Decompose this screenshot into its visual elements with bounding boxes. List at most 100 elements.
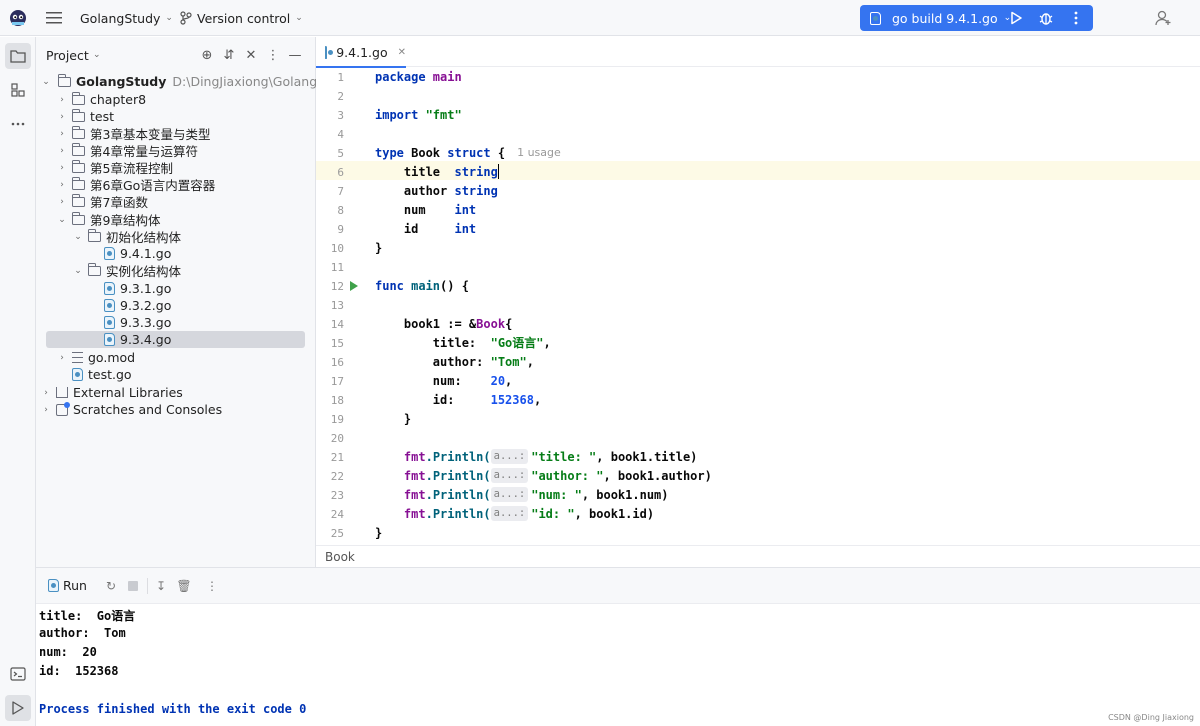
chevron-right-icon[interactable]: › [56, 95, 68, 105]
trash-icon[interactable]: 🗑 [176, 578, 192, 594]
structure-tool-button[interactable] [5, 77, 31, 103]
tree-item-init-struct[interactable]: ⌄ 初始化结构体 [72, 228, 181, 245]
tree-item-scratches[interactable]: › Scratches and Consoles [40, 401, 222, 418]
more-tools-button[interactable] [5, 111, 31, 137]
toolbar-divider [147, 578, 148, 594]
tree-item-chapter8[interactable]: › chapter8 [56, 91, 146, 108]
stop-icon[interactable] [125, 578, 141, 594]
chevron-right-icon[interactable]: › [56, 146, 68, 156]
tab-941-go[interactable]: 9.4.1.go ✕ [316, 37, 406, 68]
chevron-right-icon[interactable]: › [40, 405, 52, 415]
code-line[interactable]: package main [375, 67, 462, 86]
breadcrumb-item[interactable]: Book [325, 550, 355, 564]
code-line[interactable]: num: 20, [375, 371, 512, 390]
chevron-right-icon[interactable]: › [56, 353, 68, 363]
debug-button[interactable] [1032, 5, 1060, 31]
project-tool-button[interactable] [5, 43, 31, 69]
chevron-down-icon[interactable]: ⌄ [72, 232, 84, 242]
code-line[interactable]: } [375, 238, 382, 257]
tree-item-chapter6[interactable]: › 第6章Go语言内置容器 [56, 176, 215, 193]
code-line[interactable]: id int [375, 219, 476, 238]
locate-icon[interactable]: ⊕ [198, 46, 216, 64]
chevron-right-icon[interactable]: › [56, 129, 68, 139]
folder-icon [71, 142, 85, 156]
code-line[interactable]: } [375, 523, 382, 542]
expand-collapse-icon[interactable]: ⇵ [220, 46, 238, 64]
tree-item-chapter4[interactable]: › 第4章常量与运算符 [56, 142, 198, 159]
go-file-icon [104, 247, 115, 260]
tree-item-testgo[interactable]: test.go [72, 366, 132, 383]
chevron-right-icon[interactable]: › [56, 163, 68, 173]
scratches-icon [56, 401, 70, 416]
code-line[interactable]: fmt .Println(a...: "author: ", book1.autho… [375, 466, 712, 485]
tree-item-label: test [90, 109, 115, 124]
chevron-right-icon[interactable]: › [56, 180, 68, 190]
code-line[interactable]: import "fmt" [375, 105, 462, 124]
vcs-selector[interactable]: Version control ⌄ [180, 0, 303, 36]
add-user-button[interactable] [1154, 0, 1172, 36]
chevron-down-icon[interactable]: ⌄ [40, 77, 52, 87]
tree-item-file-934[interactable]: 9.3.4.go [46, 331, 305, 348]
line-number: 14 [330, 318, 344, 331]
close-icon[interactable]: ✕ [242, 46, 260, 64]
tree-item-chapter7[interactable]: › 第7章函数 [56, 193, 148, 210]
tree-item-file-932[interactable]: 9.3.2.go [104, 297, 171, 314]
code-line[interactable]: fmt .Println(a...: "id: ", book1.id) [375, 504, 654, 523]
run-config-selector[interactable]: go build 9.4.1.go ⌄ [870, 5, 1011, 31]
run-tool-button[interactable] [5, 695, 31, 721]
code-line[interactable]: author: "Tom", [375, 352, 534, 371]
code-line[interactable]: } [375, 409, 411, 428]
tree-item-external-libraries[interactable]: › External Libraries [40, 384, 183, 401]
more-vertical-icon[interactable]: ⋮ [264, 46, 282, 64]
chevron-right-icon[interactable]: › [40, 388, 52, 398]
console-exit-line: Process finished with the exit code 0 [39, 702, 307, 716]
minimize-icon[interactable]: — [286, 46, 304, 64]
code-line[interactable]: title string [375, 162, 500, 181]
chevron-down-icon[interactable]: ⌄ [72, 266, 84, 276]
chevron-right-icon[interactable]: › [56, 197, 68, 207]
tree-item-chapter9[interactable]: ⌄ 第9章结构体 [56, 211, 160, 228]
tree-root[interactable]: ⌄ GolangStudy D:\DingJiaxiong\GolangStud… [40, 73, 353, 90]
code-line[interactable]: title: "Go语言", [375, 333, 551, 352]
close-tab-icon[interactable]: ✕ [398, 47, 406, 58]
code-line[interactable]: fmt .Println(a...: "title: ", book1.title) [375, 447, 697, 466]
tree-item-chapter3[interactable]: › 第3章基本变量与类型 [56, 125, 210, 142]
code-line[interactable]: book1 := & Book{ [375, 314, 512, 333]
console-output-line: id: 152368 [39, 664, 119, 678]
tree-item-file-941[interactable]: 9.4.1.go [104, 245, 171, 262]
tree-item-instance-struct[interactable]: ⌄ 实例化结构体 [72, 262, 181, 279]
code-line[interactable]: num int [375, 200, 476, 219]
tree-item-file-933[interactable]: 9.3.3.go [104, 314, 171, 331]
chevron-down-icon[interactable]: ⌄ [93, 50, 101, 60]
code-line[interactable]: id: 152368, [375, 390, 541, 409]
more-actions-button[interactable] [1062, 5, 1090, 31]
more-vertical-icon[interactable]: ⋮ [204, 578, 220, 594]
param-hint: a...: [490, 506, 529, 521]
rerun-icon[interactable]: ↻ [103, 578, 119, 594]
console-output-line: title: Go语言 [39, 609, 136, 623]
param-hint: a...: [490, 449, 529, 464]
chevron-right-icon[interactable]: › [56, 112, 68, 122]
terminal-tool-button[interactable] [5, 661, 31, 687]
project-panel-title[interactable]: Project [46, 48, 89, 63]
run-gutter-icon[interactable] [350, 281, 358, 291]
run-tab-label[interactable]: Run [63, 578, 87, 593]
main-menu-icon[interactable] [46, 0, 62, 36]
run-button[interactable] [1002, 5, 1030, 31]
usage-hint[interactable]: 1 usage [517, 146, 561, 159]
tree-item-test[interactable]: › test [56, 108, 114, 125]
scroll-to-end-icon[interactable]: ↧ [153, 578, 169, 594]
code-line[interactable]: author string [375, 181, 498, 200]
line-number: 17 [330, 375, 344, 388]
code-line[interactable]: type Book struct {1 usage [375, 143, 561, 162]
run-panel: Run ↻ ↧ 🗑 ⋮ title: Go语言 author: Tom num:… [36, 567, 1200, 726]
code-line[interactable]: fmt .Println(a...: "num: ", book1.num) [375, 485, 669, 504]
code-line[interactable]: func main() { [375, 276, 469, 295]
text-cursor [497, 164, 500, 179]
app-logo-icon[interactable] [8, 0, 28, 36]
chevron-down-icon[interactable]: ⌄ [56, 215, 68, 225]
project-selector[interactable]: GolangStudy ⌄ [80, 0, 173, 36]
tree-item-chapter5[interactable]: › 第5章流程控制 [56, 159, 173, 176]
tree-item-file-931[interactable]: 9.3.1.go [104, 280, 171, 297]
tree-item-gomod[interactable]: › go.mod [56, 349, 135, 366]
